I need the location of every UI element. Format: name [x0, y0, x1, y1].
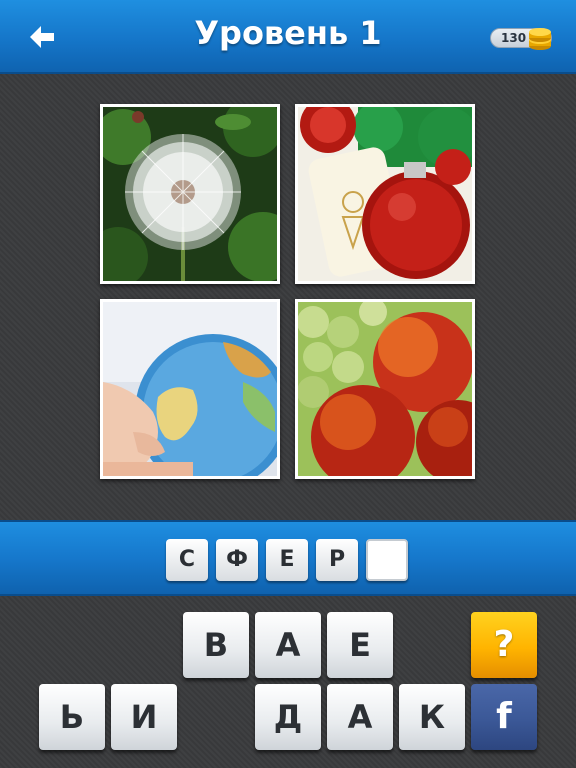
- letter-tile[interactable]: Е: [327, 612, 393, 678]
- facebook-share-button[interactable]: f: [471, 684, 537, 750]
- answer-slot-1[interactable]: С: [166, 539, 208, 581]
- clue-photo-globe[interactable]: [100, 299, 280, 479]
- clue-photo-dandelion[interactable]: [100, 104, 280, 284]
- letter-tile[interactable]: К: [399, 684, 465, 750]
- dandelion-image: [103, 107, 277, 281]
- globe-image: [103, 302, 277, 476]
- peaches-grapes-image: [298, 302, 472, 476]
- letter-tile[interactable]: Д: [255, 684, 321, 750]
- letter-tile[interactable]: А: [255, 612, 321, 678]
- header-bar: Уровень 1 130: [0, 0, 576, 74]
- level-title: Уровень 1: [194, 14, 382, 52]
- candle-ornament-image: [298, 107, 472, 281]
- answer-slot-3[interactable]: Е: [266, 539, 308, 581]
- letter-tile[interactable]: В: [183, 612, 249, 678]
- gold-coins-icon: [529, 28, 551, 50]
- clue-photo-christmas[interactable]: [295, 104, 475, 284]
- answer-slot-5-empty[interactable]: [366, 539, 408, 581]
- letter-tile[interactable]: Ь: [39, 684, 105, 750]
- clue-photo-fruit[interactable]: [295, 299, 475, 479]
- hint-button[interactable]: ?: [471, 612, 537, 678]
- answer-slot-2[interactable]: Ф: [216, 539, 258, 581]
- answer-slot-4[interactable]: Р: [316, 539, 358, 581]
- letter-tile[interactable]: А: [327, 684, 393, 750]
- letter-tile[interactable]: И: [111, 684, 177, 750]
- answer-bar: С Ф Е Р: [0, 520, 576, 596]
